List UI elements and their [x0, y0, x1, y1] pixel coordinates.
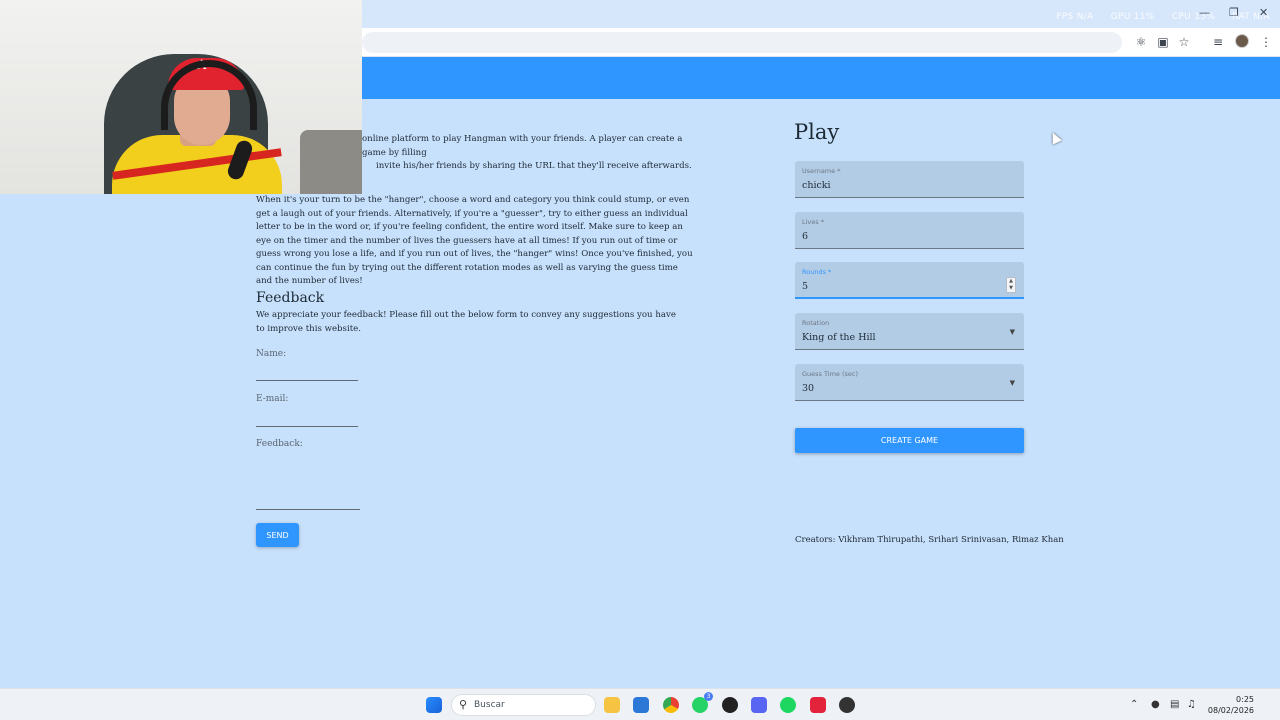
whatsapp-badge: 3 — [704, 692, 713, 701]
create-game-button[interactable]: CREATE GAME — [795, 428, 1024, 453]
feedback-label: Feedback: — [256, 439, 303, 449]
clock-time: 0:25 — [1236, 695, 1254, 704]
webcam-background — [300, 130, 362, 194]
guess-time-label: Guess Time (sec) — [802, 370, 858, 378]
clock-date: 08/02/2026 — [1207, 706, 1254, 715]
rounds-stepper-icon[interactable]: ▲ ▼ — [1006, 277, 1016, 293]
rounds-field[interactable]: Rounds * 5 ▲ ▼ — [795, 262, 1024, 299]
search-icon: ⚲ — [459, 698, 468, 711]
username-value: chicki — [802, 180, 831, 191]
menu-dots-icon[interactable]: ⋮ — [1259, 35, 1273, 49]
guess-time-value: 30 — [802, 383, 815, 394]
app-icon[interactable] — [722, 697, 738, 713]
guess-time-select[interactable]: Guess Time (sec) 30 ▼ — [795, 364, 1024, 401]
volume-icon[interactable]: ♫ — [1187, 699, 1196, 710]
creators-credit: Creators: Vikhram Thirupathi, Srihari Sr… — [795, 535, 1064, 545]
cast-icon[interactable]: ▣ — [1156, 35, 1170, 49]
discord-icon[interactable] — [751, 697, 767, 713]
chevron-down-icon[interactable]: ▼ — [1010, 328, 1015, 336]
file-explorer-icon[interactable] — [604, 697, 620, 713]
bookmark-star-icon[interactable]: ☆ — [1177, 35, 1191, 49]
steam-icon[interactable] — [839, 697, 855, 713]
whatsapp-icon[interactable]: 3 — [692, 692, 713, 713]
rules-text: When it's your turn to be the "hanger", … — [256, 195, 693, 286]
feedback-field[interactable] — [256, 509, 360, 510]
profile-avatar[interactable] — [1235, 34, 1249, 48]
windows-taskbar: ⚲ Buscar 3 ⌃ ● ▤ ♫ 0:25 08/02/2026 — [0, 688, 1280, 720]
taskbar-search-placeholder: Buscar — [474, 700, 505, 710]
rotation-value: King of the Hill — [802, 332, 876, 343]
perf-gpu: GPU 11% — [1110, 12, 1155, 22]
spotify-icon[interactable] — [780, 697, 796, 713]
username-label: Username * — [802, 167, 841, 175]
chrome-icon[interactable] — [663, 697, 679, 713]
rounds-value: 5 — [802, 281, 809, 292]
rotation-select[interactable]: Rotation King of the Hill ▼ — [795, 313, 1024, 350]
perf-fps: FPS N/A — [1056, 12, 1094, 22]
restore-icon[interactable]: ❐ — [1229, 6, 1239, 19]
taskbar-clock[interactable]: 0:25 08/02/2026 — [1206, 694, 1254, 716]
taskbar-search[interactable]: ⚲ Buscar — [451, 694, 596, 716]
media-app-icon[interactable] — [810, 697, 826, 713]
translate-icon[interactable]: ⚛ — [1134, 35, 1148, 49]
minimize-icon[interactable]: — — [1199, 6, 1210, 19]
chevron-up-icon[interactable]: ⌃ — [1130, 699, 1138, 710]
email-field[interactable] — [256, 426, 358, 427]
send-button[interactable]: SEND — [256, 523, 299, 547]
intro-line-1: online platform to play Hangman with you… — [362, 134, 683, 158]
feedback-description: We appreciate your feedback! Please fill… — [256, 310, 676, 334]
media-control-icon[interactable]: ≡ — [1211, 35, 1225, 49]
email-label: E-mail: — [256, 394, 289, 404]
name-label: Name: — [256, 349, 287, 359]
address-bar[interactable] — [362, 32, 1122, 53]
intro-line-2: invite his/her friends by sharing the UR… — [376, 161, 692, 171]
feedback-title: Feedback — [256, 290, 325, 306]
play-title: Play — [794, 120, 840, 144]
intro-text: online platform to play Hangman with you… — [362, 133, 697, 174]
lives-field[interactable]: Lives * 6 — [795, 212, 1024, 249]
rotation-label: Rotation — [802, 319, 830, 327]
lives-value: 6 — [802, 231, 809, 242]
microphone-icon[interactable]: ● — [1151, 699, 1160, 710]
chevron-down-icon[interactable]: ▼ — [1010, 379, 1015, 387]
username-field[interactable]: Username * chicki — [795, 161, 1024, 198]
network-icon[interactable]: ▤ — [1170, 699, 1179, 710]
store-icon[interactable] — [633, 697, 649, 713]
lives-label: Lives * — [802, 218, 824, 226]
webcam-overlay: A — [0, 0, 362, 194]
close-icon[interactable]: ✕ — [1259, 6, 1268, 19]
windows-start-icon[interactable] — [426, 697, 442, 713]
name-field[interactable] — [256, 380, 358, 381]
rounds-label: Rounds * — [802, 268, 832, 276]
mouse-cursor-icon — [1048, 130, 1062, 145]
